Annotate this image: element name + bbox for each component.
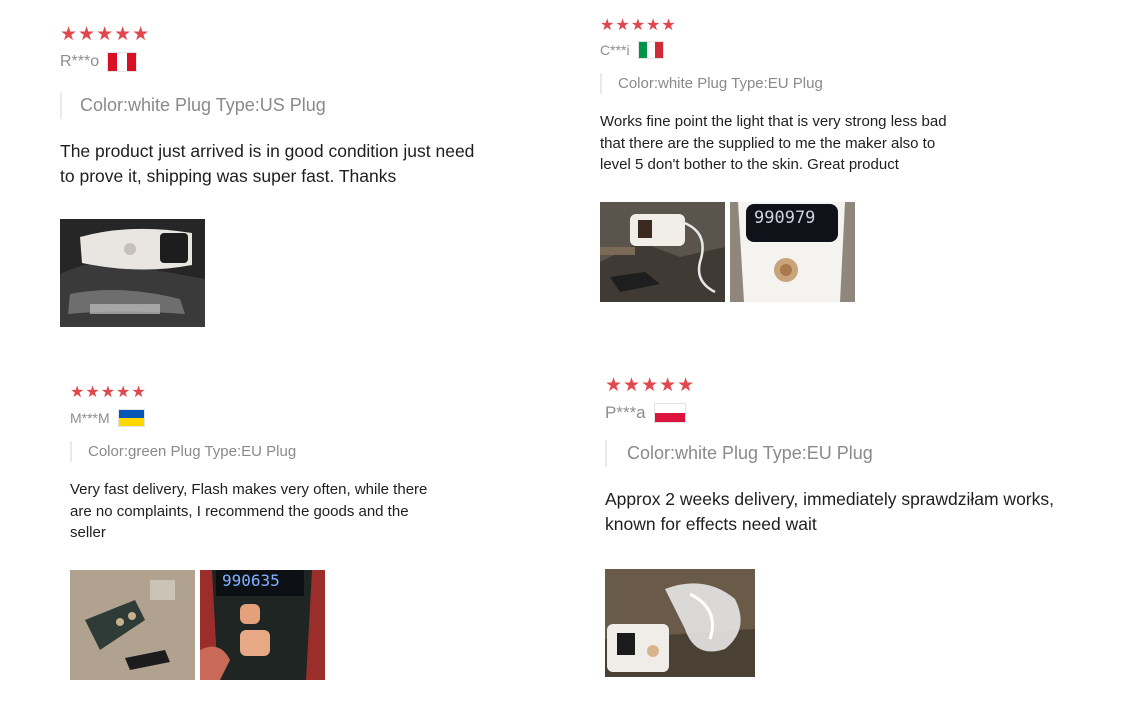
review-photos: 990979	[600, 201, 980, 302]
ukraine-flag-icon	[117, 409, 145, 427]
reviewer-row: C***i	[600, 41, 980, 59]
reviewer-row: P***a	[605, 403, 1085, 423]
reviewer-name: M***M	[70, 410, 110, 426]
peru-flag-icon	[107, 52, 138, 72]
reviewer-name: R***o	[60, 53, 100, 70]
variant-info: Color:white Plug Type:US Plug	[60, 92, 500, 119]
review-photo[interactable]	[600, 201, 725, 302]
review-photos: 990635	[70, 569, 450, 680]
review-text: Very fast delivery, Flash makes very oft…	[70, 481, 428, 541]
variant-info: Color:white Plug Type:EU Plug	[605, 440, 1085, 467]
star-rating: ★★★★★	[600, 17, 677, 34]
reviewer-name: P***a	[605, 403, 646, 422]
review-photos	[605, 569, 1085, 677]
italy-flag-icon	[637, 41, 664, 59]
review-text: Approx 2 weeks delivery, immediately spr…	[605, 489, 1054, 534]
review-photos	[60, 219, 500, 327]
variant-info: Color:white Plug Type:EU Plug	[600, 73, 980, 94]
star-rating: ★★★★★	[70, 384, 147, 401]
review-photo[interactable]: 990979	[730, 201, 855, 302]
device-display-readout: 990635	[222, 570, 280, 590]
review-text: The product just arrived is in good cond…	[60, 141, 475, 186]
review-card: ★★★★★ M***M Color:green Plug Type:EU Plu…	[70, 385, 450, 680]
reviewer-row: R***o	[60, 52, 500, 72]
review-photo[interactable]	[60, 219, 205, 327]
review-card: ★★★★★ C***i Color:white Plug Type:EU Plu…	[600, 18, 980, 302]
reviewer-name: C***i	[600, 42, 630, 58]
review-text: Works fine point the light that is very …	[600, 113, 947, 173]
review-card: ★★★★★ R***o Color:white Plug Type:US Plu…	[60, 25, 500, 327]
variant-info: Color:green Plug Type:EU Plug	[70, 441, 450, 462]
review-card: ★★★★★ P***a Color:white Plug Type:EU Plu…	[605, 376, 1085, 677]
review-photo[interactable]	[70, 569, 195, 680]
reviewer-row: M***M	[70, 409, 450, 427]
star-rating: ★★★★★	[605, 375, 696, 396]
star-rating: ★★★★★	[60, 24, 151, 45]
poland-flag-icon	[653, 403, 686, 423]
review-photo[interactable]	[605, 569, 755, 677]
review-photo[interactable]: 990635	[200, 569, 325, 680]
device-display-readout: 990979	[754, 207, 816, 228]
